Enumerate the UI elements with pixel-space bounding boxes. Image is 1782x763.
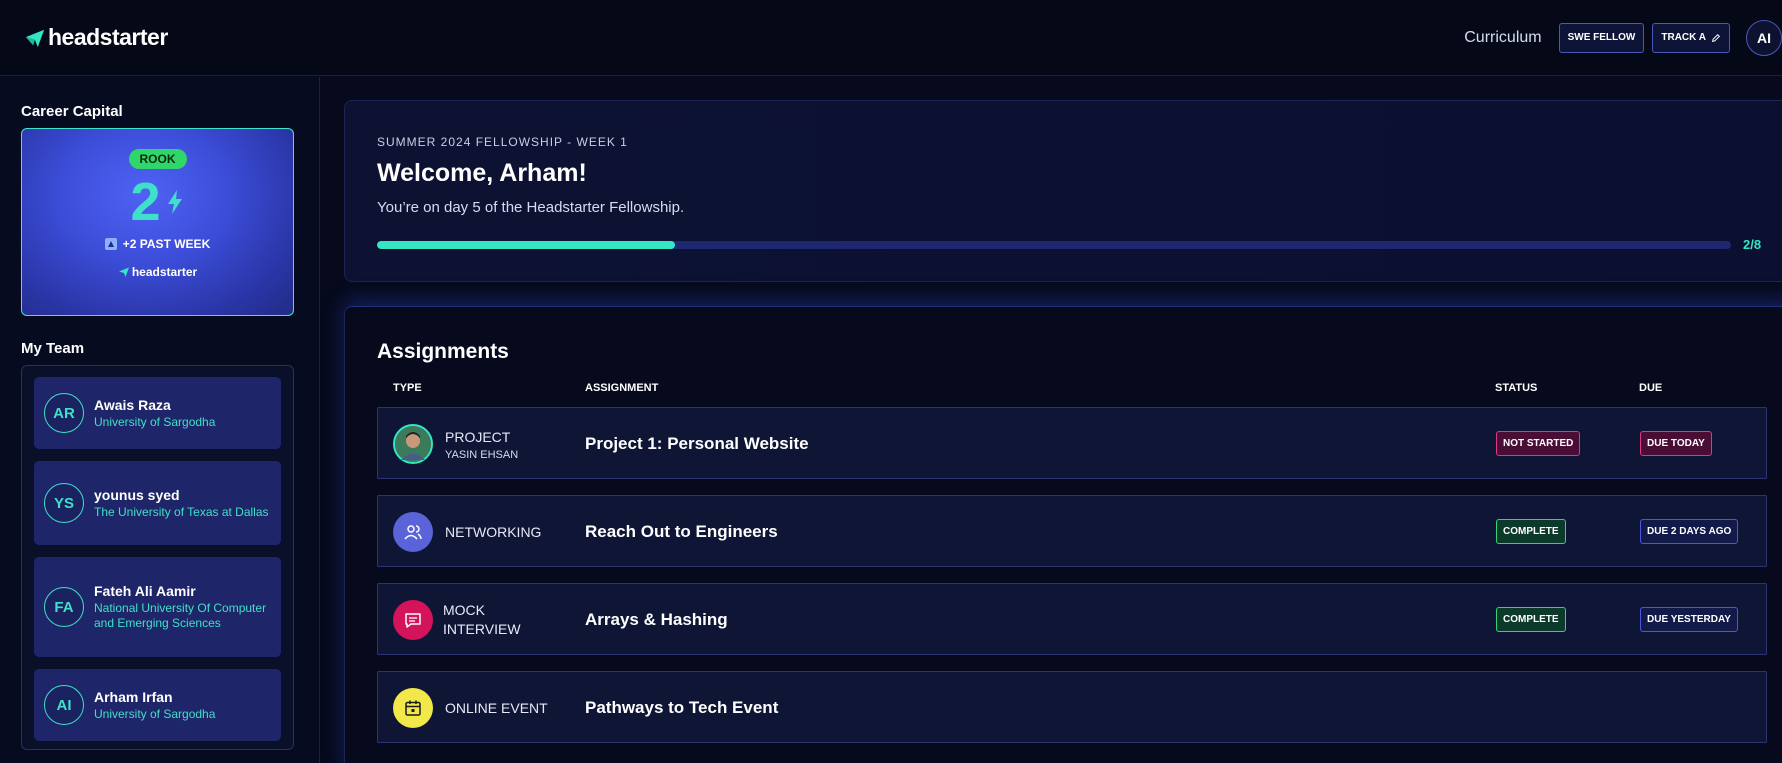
member-name: younus syed <box>94 486 180 503</box>
progress-bar <box>377 240 1731 249</box>
past-week-delta: +2 PAST WEEK <box>122 237 211 251</box>
avatar-initials: AR <box>53 404 75 422</box>
user-initials: AI <box>1757 29 1771 46</box>
avatar: YS <box>44 483 84 523</box>
table-row[interactable]: ONLINE EVENT Pathways to Tech Event <box>377 671 1767 743</box>
due-badge: DUE 2 DAYS AGO <box>1640 519 1739 544</box>
person-photo-icon <box>395 426 431 462</box>
top-bar: headstarter Curriculum SWE FELLOW TRACK … <box>0 0 1782 76</box>
status-badge: COMPLETE <box>1496 607 1566 632</box>
calendar-icon <box>393 688 433 728</box>
column-type: TYPE <box>393 382 422 394</box>
avatar: FA <box>44 587 84 627</box>
table-row[interactable]: NETWORKING Reach Out to Engineers COMPLE… <box>377 495 1767 567</box>
member-university: National University Of Computer and Emer… <box>94 601 267 630</box>
lightning-icon <box>167 190 182 214</box>
due-badge: DUE TODAY <box>1640 431 1712 456</box>
table-row[interactable]: PROJECT YASIN EHSAN Project 1: Personal … <box>377 407 1767 479</box>
member-name: Arham Irfan <box>94 688 173 705</box>
member-university: The University of Texas at Dallas <box>94 504 269 519</box>
assignments-title: Assignments <box>377 340 509 363</box>
nav-curriculum-link[interactable]: Curriculum <box>1464 29 1541 47</box>
team-list: AR Awais Raza University of Sargodha YS … <box>21 365 294 750</box>
assignments-panel: Assignments TYPE ASSIGNMENT STATUS DUE P… <box>344 306 1782 763</box>
star-logo-icon <box>25 29 45 47</box>
career-score: 2 <box>130 172 161 232</box>
row-type: MOCK INTERVIEW <box>443 602 521 637</box>
avatar-initials: YS <box>53 494 74 512</box>
avatar: AR <box>44 393 84 433</box>
welcome-subtitle: You’re on day 5 of the Headstarter Fello… <box>377 199 685 216</box>
row-type: PROJECT <box>445 428 511 445</box>
up-arrow-icon <box>104 238 117 250</box>
status-badge: NOT STARTED <box>1496 431 1581 456</box>
team-member[interactable]: YS younus syed The University of Texas a… <box>34 461 281 545</box>
sidebar: Career Capital ROOK 2 +2 PAST WEEK heads… <box>0 77 320 763</box>
user-avatar[interactable]: AI <box>1746 19 1782 56</box>
headstarter-logo[interactable]: headstarter <box>24 24 168 51</box>
column-status: STATUS <box>1495 382 1538 394</box>
team-member[interactable]: FA Fateh Ali Aamir National University O… <box>34 557 281 657</box>
team-member[interactable]: AR Awais Raza University of Sargodha <box>34 377 281 449</box>
member-university: University of Sargodha <box>94 706 216 721</box>
rank-badge: ROOK <box>128 149 187 169</box>
member-university: University of Sargodha <box>94 414 216 429</box>
pencil-icon <box>1712 33 1721 42</box>
logo-text: headstarter <box>48 24 168 50</box>
assignment-name[interactable]: Project 1: Personal Website <box>585 408 809 480</box>
assignment-name[interactable]: Arrays & Hashing <box>585 584 728 656</box>
assignment-name[interactable]: Reach Out to Engineers <box>585 496 778 568</box>
program-label: SUMMER 2024 FELLOWSHIP - WEEK 1 <box>377 135 628 149</box>
row-type: NETWORKING <box>445 523 542 540</box>
my-team-title: My Team <box>21 340 85 357</box>
track-button[interactable]: TRACK A <box>1652 22 1730 53</box>
swe-fellow-badge[interactable]: SWE FELLOW <box>1558 22 1645 53</box>
card-logo-text: headstarter <box>131 265 198 279</box>
avatar-initials: FA <box>54 598 74 616</box>
people-icon <box>393 512 433 552</box>
row-type-sub: YASIN EHSAN <box>445 448 519 461</box>
member-name: Awais Raza <box>94 396 171 413</box>
welcome-title: Welcome, Arham! <box>377 159 587 187</box>
table-row[interactable]: MOCK INTERVIEW Arrays & Hashing COMPLETE… <box>377 583 1767 655</box>
team-member[interactable]: AI Arham Irfan University of Sargodha <box>34 669 281 741</box>
career-capital-card[interactable]: ROOK 2 +2 PAST WEEK headstarter <box>21 128 294 316</box>
avatar: AI <box>44 685 84 725</box>
status-badge: COMPLETE <box>1496 519 1566 544</box>
progress-fill <box>377 240 675 249</box>
avatar-photo <box>393 424 433 464</box>
member-name: Fateh Ali Aamir <box>94 583 196 599</box>
track-label: TRACK A <box>1661 32 1706 43</box>
assignment-name[interactable]: Pathways to Tech Event <box>585 672 778 744</box>
welcome-panel: SUMMER 2024 FELLOWSHIP - WEEK 1 Welcome,… <box>344 100 1782 282</box>
row-type: ONLINE EVENT <box>445 699 548 716</box>
column-assignment: ASSIGNMENT <box>585 382 659 394</box>
career-capital-title: Career Capital <box>21 103 123 120</box>
swe-fellow-label: SWE FELLOW <box>1567 32 1636 43</box>
chat-icon <box>393 600 433 640</box>
progress-text: 2/8 <box>1743 237 1762 252</box>
column-due: DUE <box>1639 382 1663 394</box>
avatar-initials: AI <box>56 696 72 714</box>
star-logo-icon <box>118 267 129 277</box>
due-badge: DUE YESTERDAY <box>1640 607 1738 632</box>
table-header: TYPE ASSIGNMENT STATUS DUE <box>377 373 1782 407</box>
